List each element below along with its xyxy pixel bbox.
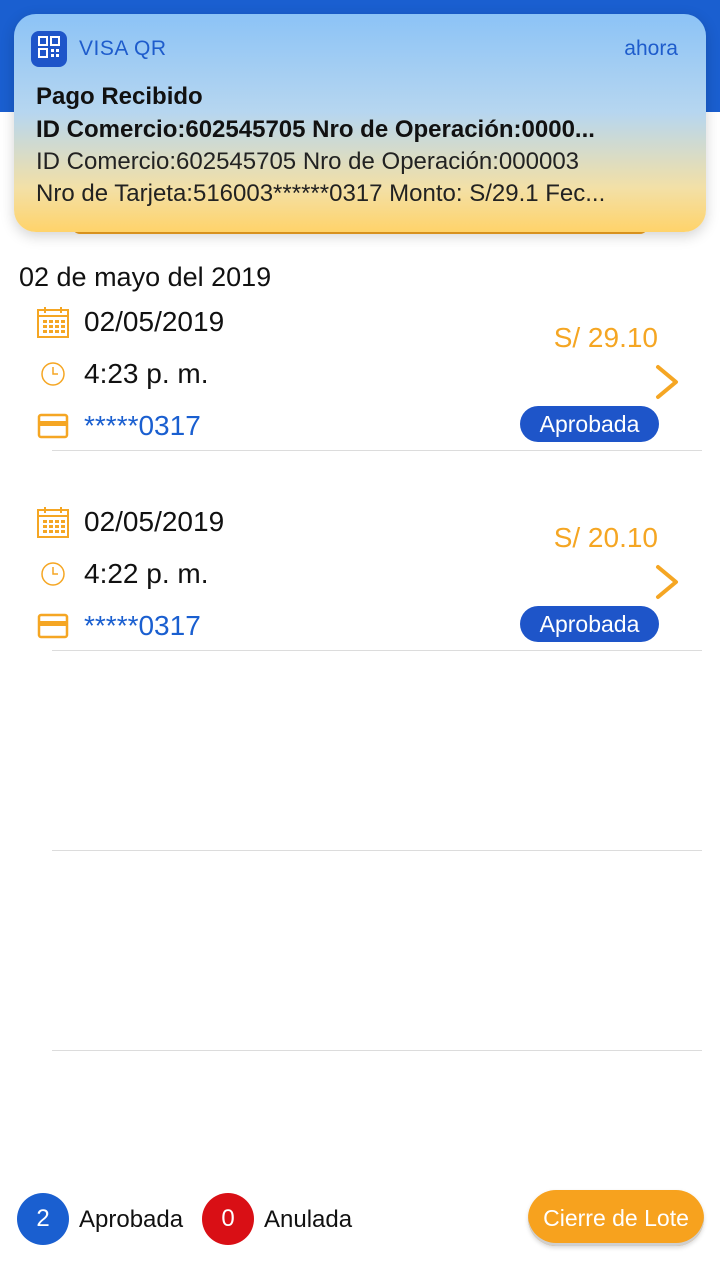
transaction-time: 4:23 p. m.: [84, 358, 209, 389]
transaction-time: 4:22 p. m.: [84, 558, 209, 589]
divider: [52, 650, 702, 651]
notification-body-line: Nro de Tarjeta:516003******0317 Monto: S…: [36, 180, 606, 207]
transaction-date: 02/05/2019: [84, 506, 225, 537]
notification-body-line: ID Comercio:602545705 Nro de Operación:0…: [36, 148, 580, 175]
transaction-time-row: 4:22 p. m.: [36, 554, 209, 594]
transaction-time-row: 4:23 p. m.: [36, 354, 209, 394]
footer-summary: 2 Aprobada 0 Anulada Cierre de Lote: [0, 1190, 720, 1250]
credit-card-icon: [36, 609, 70, 643]
card-number: *****0317: [84, 610, 201, 641]
transaction-row[interactable]: 02/05/2019 4:22 p. m. *****0317 S/ 20.10…: [0, 500, 720, 700]
clock-icon: [36, 557, 70, 591]
chevron-right-icon[interactable]: [652, 562, 682, 602]
clock-icon: [36, 357, 70, 391]
close-batch-button[interactable]: Cierre de Lote: [528, 1190, 704, 1246]
transaction-row[interactable]: 02/05/2019 4:23 p. m. *****0317 S/ 29.10…: [0, 300, 720, 500]
transaction-date-row: 02/05/2019: [36, 302, 224, 342]
section-date-heading: 02 de mayo del 2019: [19, 262, 272, 292]
approved-count-badge: 2: [17, 1193, 69, 1245]
notification-app-name: VISA QR: [79, 37, 167, 60]
push-notification[interactable]: VISA QR ahora Pago Recibido ID Comercio:…: [14, 14, 706, 232]
divider: [52, 850, 702, 851]
calendar-icon: [36, 505, 70, 539]
notification-time: ahora: [624, 37, 678, 60]
notification-subtitle: ID Comercio:602545705 Nro de Operación:0…: [36, 116, 595, 143]
divider: [52, 450, 702, 451]
transaction-date-row: 02/05/2019: [36, 502, 224, 542]
annulled-count-badge: 0: [202, 1193, 254, 1245]
notification-title: Pago Recibido: [36, 83, 203, 110]
transaction-date: 02/05/2019: [84, 306, 225, 337]
card-number: *****0317: [84, 410, 201, 441]
chevron-right-icon[interactable]: [652, 362, 682, 402]
transaction-amount: S/ 29.10: [553, 322, 658, 353]
transaction-card-row: *****0317: [36, 406, 201, 446]
calendar-icon: [36, 305, 70, 339]
approved-label: Aprobada: [79, 1206, 184, 1233]
annulled-label: Anulada: [264, 1206, 353, 1233]
divider: [52, 1050, 702, 1051]
status-badge: Aprobada: [520, 406, 659, 442]
transaction-card-row: *****0317: [36, 606, 201, 646]
status-badge: Aprobada: [520, 606, 659, 642]
transaction-amount: S/ 20.10: [553, 522, 658, 553]
credit-card-icon: [36, 409, 70, 443]
visa-qr-app-icon: [31, 31, 67, 67]
